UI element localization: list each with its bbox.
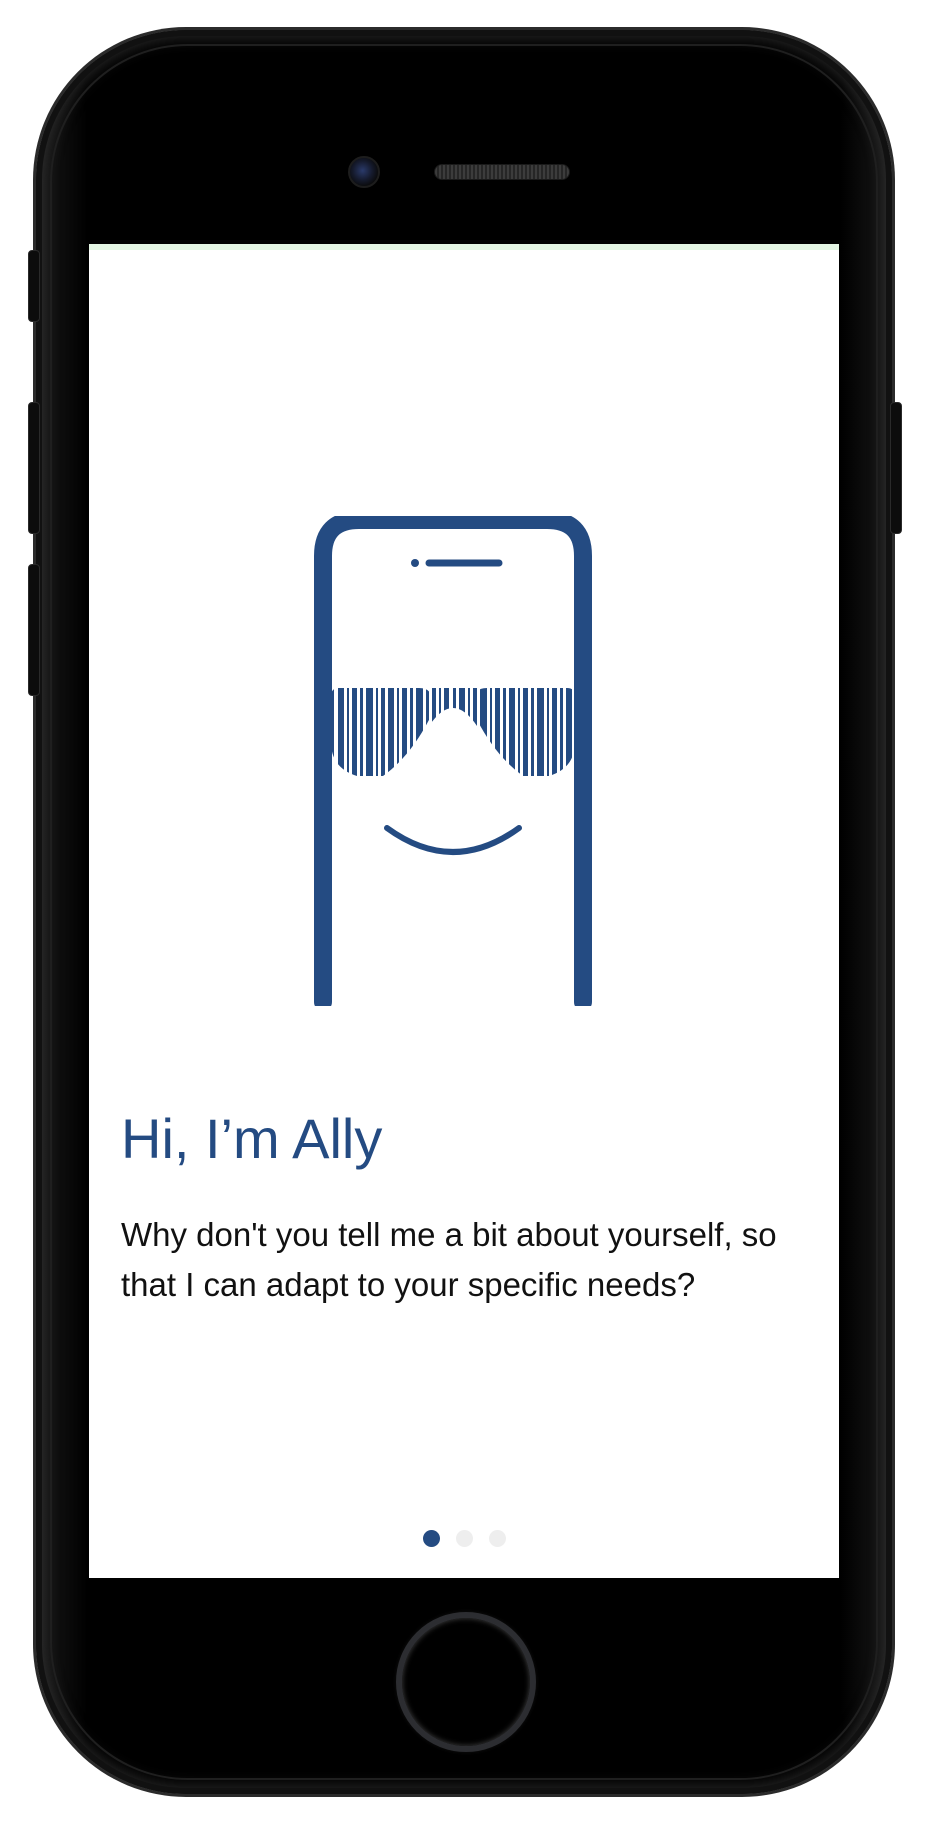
intro-message: Why don't you tell me a bit about yourse… [121, 1216, 777, 1303]
mute-switch [28, 250, 40, 322]
page-dot-3[interactable] [488, 1530, 506, 1547]
power-button [890, 402, 902, 534]
page-dot-2[interactable] [455, 1530, 473, 1547]
ally-mascot-phone-icon [314, 516, 592, 1006]
page-title: Hi, I’m Ally [121, 1107, 383, 1170]
front-camera [348, 156, 380, 188]
device-stage: Hi, I’m Ally Why don't you tell me a bit… [0, 0, 928, 1824]
earpiece-speaker [434, 164, 570, 180]
status-bar-strip [89, 244, 839, 250]
page-indicator[interactable] [89, 1530, 839, 1547]
app-screen: Hi, I’m Ally Why don't you tell me a bit… [89, 244, 839, 1578]
volume-down-button [28, 564, 40, 696]
page-dot-1[interactable] [422, 1530, 440, 1547]
volume-up-button [28, 402, 40, 534]
home-button[interactable] [396, 1612, 536, 1752]
